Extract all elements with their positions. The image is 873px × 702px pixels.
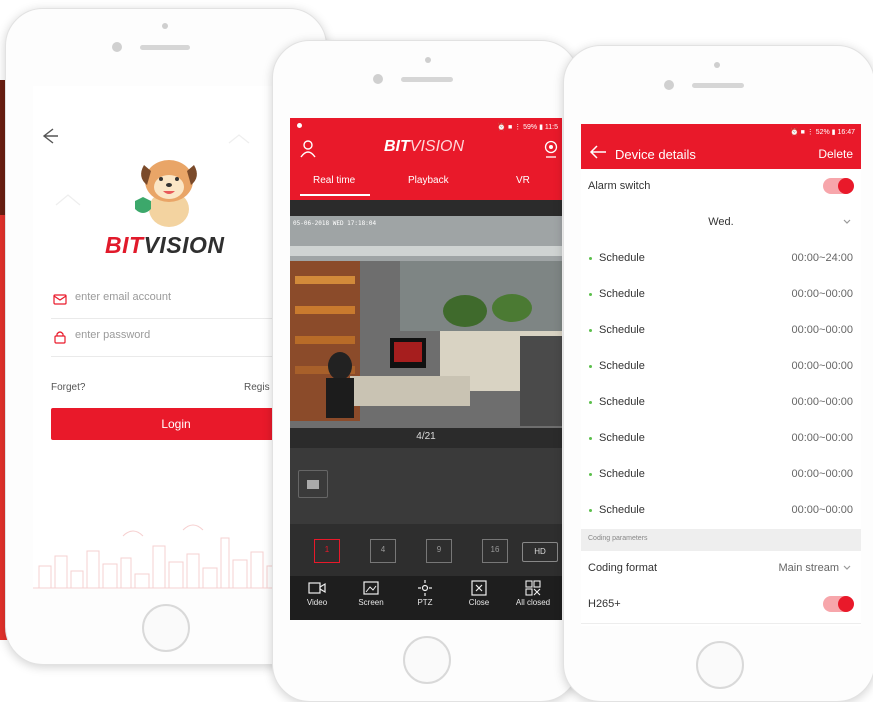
live-header: ⏰ ■ ⋮ 59% ▮ 11:5 BITVISION Real time Pla… (290, 118, 562, 200)
login-screen: BITVISION enter email account enter pass… (33, 86, 298, 589)
phone-sensor (112, 42, 122, 52)
device-details-screen: ⏰ ■ ⋮ 52% ▮ 16:47 Device details Delete … (581, 124, 861, 626)
back-arrow-icon[interactable] (589, 145, 607, 159)
schedule-row[interactable]: Schedule 00:00~00:00 (581, 493, 861, 530)
delete-button[interactable]: Delete (818, 147, 853, 161)
chevron-down-icon (843, 219, 851, 224)
phone-speaker (692, 83, 744, 88)
schedule-row[interactable]: Schedule 00:00~00:00 (581, 385, 861, 422)
tab-vr[interactable]: VR (516, 175, 530, 186)
grid-4-button[interactable]: 4 (370, 539, 396, 563)
phone-sensor (664, 80, 674, 90)
email-field[interactable]: enter email account (51, 282, 296, 319)
day-selector[interactable]: Wed. (581, 205, 861, 242)
status-bar: ⏰ ■ ⋮ 52% ▮ 16:47 (789, 129, 855, 136)
grid-1-button[interactable]: 1 (314, 539, 340, 563)
lock-icon (54, 331, 66, 344)
coding-parameters-section: Coding parameters (581, 529, 861, 551)
schedule-row[interactable]: Schedule 00:00~24:00 (581, 241, 861, 278)
grid-close-icon (525, 580, 541, 596)
phone-device-details: ⏰ ■ ⋮ 52% ▮ 16:47 Device details Delete … (563, 45, 873, 702)
phone-camera (425, 57, 431, 63)
login-button[interactable]: Login (51, 408, 298, 440)
ptz-tool-button[interactable]: PTZ (398, 580, 452, 607)
schedule-row[interactable]: Schedule 00:00~00:00 (581, 313, 861, 350)
home-button (696, 641, 744, 689)
mascot-dog-icon (135, 160, 197, 227)
active-tab-indicator (300, 194, 370, 196)
city-skyline-illustration (33, 524, 298, 589)
phone-sensor (373, 74, 383, 84)
coding-format-row[interactable]: Coding format Main stream (581, 551, 861, 588)
alarm-switch-toggle[interactable] (823, 178, 854, 194)
channel-pager: 4/21 (416, 431, 436, 442)
live-toolbar: Video Screen PTZ Close All closed (290, 576, 562, 620)
schedule-row[interactable]: Schedule 00:00~00:00 (581, 349, 861, 386)
hd-button[interactable]: HD (522, 542, 558, 562)
phone-camera (714, 62, 720, 68)
video-frame (290, 216, 562, 428)
phone-live-view: ⏰ ■ ⋮ 59% ▮ 11:5 BITVISION Real time Pla… (272, 40, 579, 702)
grid-16-button[interactable]: 16 (482, 539, 508, 563)
email-placeholder: enter email account (75, 291, 171, 303)
ptz-icon (418, 580, 432, 596)
app-logo: BITVISION (384, 138, 465, 155)
forget-password-link[interactable]: Forget? (51, 382, 85, 393)
decor-chevron-icon (228, 134, 250, 144)
phone-camera (162, 23, 168, 29)
all-closed-tool-button[interactable]: All closed (506, 580, 560, 607)
layout-grid-selector: 1 4 9 16 HD (290, 524, 562, 576)
user-icon[interactable] (300, 140, 316, 158)
folder-button[interactable] (298, 470, 328, 498)
video-tool-button[interactable]: Video (290, 580, 344, 607)
home-button (142, 604, 190, 652)
mail-icon (53, 294, 67, 305)
details-header: ⏰ ■ ⋮ 52% ▮ 16:47 Device details Delete (581, 124, 861, 169)
notification-dot (297, 123, 302, 128)
status-bar: ⏰ ■ ⋮ 59% ▮ 11:5 (497, 124, 558, 131)
phone-speaker (401, 77, 453, 82)
video-timestamp: 05-06-2018 WED 17:18:04 (293, 220, 377, 227)
close-icon (471, 580, 487, 596)
schedule-row[interactable]: Schedule 00:00~00:00 (581, 277, 861, 314)
back-arrow-icon[interactable] (39, 126, 59, 146)
password-placeholder: enter password (75, 329, 151, 341)
screenshot-icon (363, 581, 379, 595)
schedule-row[interactable]: Schedule 00:00~00:00 (581, 421, 861, 458)
folder-icon (307, 480, 319, 489)
app-logo: BITVISION (105, 232, 225, 258)
channel-thumbnail-panel (290, 448, 562, 524)
camera-icon[interactable] (544, 140, 558, 158)
home-button (403, 636, 451, 684)
decor-chevron-icon (55, 194, 81, 206)
chevron-down-icon (843, 565, 851, 570)
register-link[interactable]: Regis (244, 382, 270, 393)
h265-toggle[interactable] (823, 596, 854, 612)
grid-9-button[interactable]: 9 (426, 539, 452, 563)
close-tool-button[interactable]: Close (452, 580, 506, 607)
tab-playback[interactable]: Playback (408, 175, 449, 186)
live-screen: ⏰ ■ ⋮ 59% ▮ 11:5 BITVISION Real time Pla… (290, 118, 562, 620)
alarm-switch-row: Alarm switch (581, 169, 861, 206)
password-field[interactable]: enter password (51, 320, 296, 357)
screen-tool-button[interactable]: Screen (344, 580, 398, 607)
h265-row: H265+ (581, 587, 861, 624)
video-icon (308, 582, 326, 594)
page-title: Device details (615, 147, 696, 162)
phone-speaker (140, 45, 190, 50)
tab-real-time[interactable]: Real time (313, 175, 355, 186)
camera-video-feed[interactable]: 05-06-2018 WED 17:18:04 (290, 216, 562, 428)
schedule-row[interactable]: Schedule 00:00~00:00 (581, 457, 861, 494)
